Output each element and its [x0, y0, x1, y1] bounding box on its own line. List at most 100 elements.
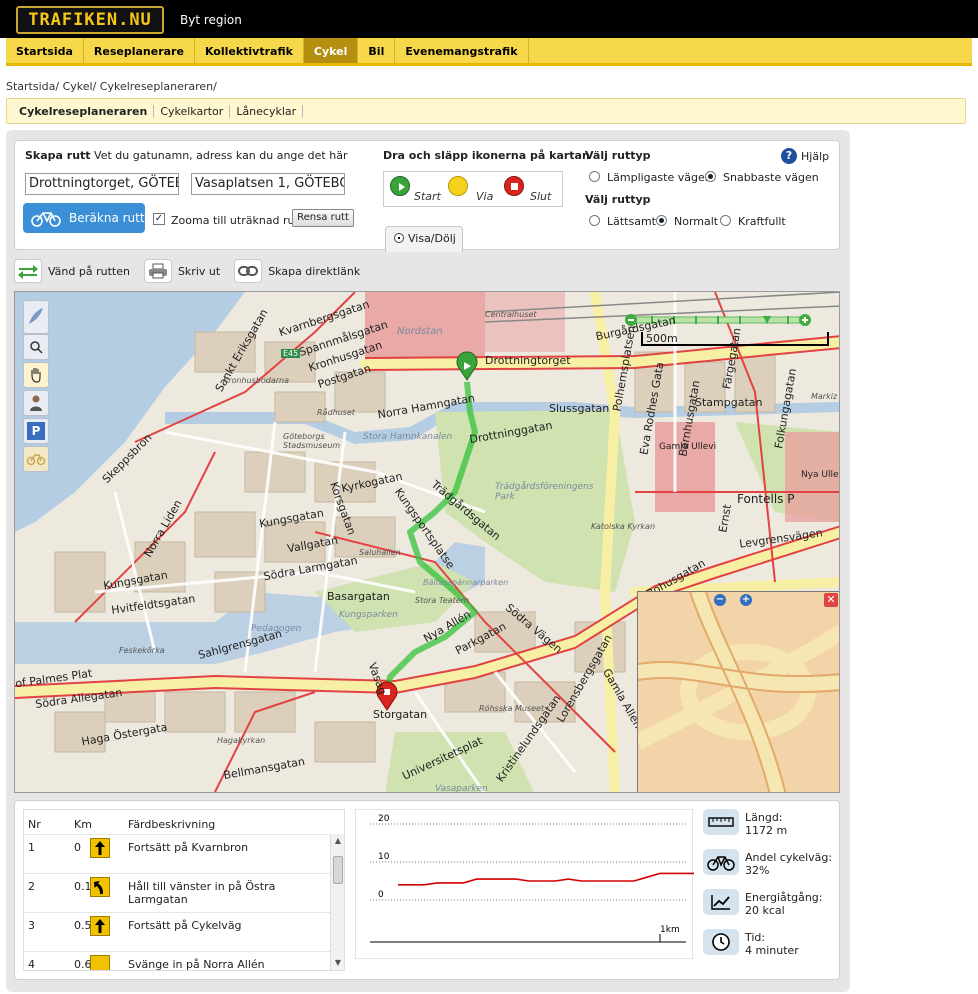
- nav-startsida[interactable]: Startsida: [6, 38, 84, 63]
- top-header: TRAFIKEN.NU Byt region: [0, 0, 978, 38]
- subnav-cykelkartor[interactable]: Cykelkartor: [154, 104, 231, 118]
- stat-label: Andel cykelväg:: [745, 851, 833, 864]
- ruler-icon: [703, 809, 739, 835]
- map-view[interactable]: P 500m Kvarnbergsgatan Spannmålsgatan Kr…: [14, 291, 840, 793]
- stat-energy: Energiåtgång: 20 kcal: [703, 887, 833, 923]
- stat-time: Tid: 4 minuter: [703, 927, 833, 963]
- row-km: 0.6: [74, 958, 92, 971]
- stat-value: 1172 m: [745, 824, 788, 837]
- table-row[interactable]: 2 0.1 Håll till vänster in på Östra Larm…: [24, 873, 330, 912]
- stat-label: Energiåtgång:: [745, 891, 823, 904]
- overview-roads: [638, 592, 839, 792]
- routetype-title-2: Välj ruttyp: [585, 193, 651, 206]
- scroll-up-icon[interactable]: ▲: [331, 834, 344, 848]
- table-row[interactable]: 1 0 Fortsätt på Kvarnbron: [24, 834, 330, 873]
- row-nr: 1: [28, 841, 35, 854]
- arrow-straight-icon: [90, 955, 110, 970]
- street-label: Stampgatan: [695, 396, 763, 409]
- show-hide-tab[interactable]: Visa/Dölj: [385, 226, 463, 252]
- street-label: Basargatan: [327, 590, 390, 603]
- row-km: 0.5: [74, 919, 92, 932]
- printer-icon: [143, 259, 172, 283]
- nav-bil[interactable]: Bil: [358, 38, 396, 63]
- route-details-panel: Nr Km Färdbeskrivning 1 0 Fortsätt på Kv…: [14, 800, 840, 980]
- link-icon: [234, 259, 263, 283]
- streetview-person-icon[interactable]: [23, 390, 49, 416]
- to-input[interactable]: Vasaplatsen 1, GÖTEBOR: [191, 173, 345, 195]
- street-label: Kungsparken: [339, 610, 398, 620]
- radio-snabbaste[interactable]: [705, 171, 716, 182]
- table-row[interactable]: 3 0.5 Fortsätt på Cykelväg: [24, 912, 330, 951]
- street-label: Katolska Kyrkan: [591, 522, 656, 531]
- from-input[interactable]: Drottningtorget, GÖTEBO: [25, 173, 179, 195]
- directions-scrollbar[interactable]: ▲ ▼: [330, 834, 344, 970]
- direct-link-label: Skapa direktlänk: [268, 264, 361, 278]
- main-nav: Startsida Reseplanerare Kollektivtrafik …: [6, 38, 972, 66]
- hand-pan-icon[interactable]: [23, 362, 49, 388]
- arrow-keep-left-icon: [90, 877, 110, 897]
- radio-lampligaste[interactable]: [589, 171, 600, 182]
- nav-reseplanerare[interactable]: Reseplanerare: [84, 38, 195, 63]
- arrow-straight-icon: [90, 916, 110, 936]
- row-nr: 4: [28, 958, 35, 971]
- radio-lattsamt[interactable]: [589, 215, 600, 226]
- scroll-thumb[interactable]: [333, 856, 343, 884]
- help-icon[interactable]: ?: [781, 148, 797, 164]
- route-shield: E45: [281, 349, 301, 358]
- end-label: Slut: [530, 190, 552, 203]
- radio-normalt[interactable]: [656, 215, 667, 226]
- overview-close-icon[interactable]: ✕: [824, 593, 838, 607]
- scroll-down-icon[interactable]: ▼: [331, 956, 344, 970]
- site-logo[interactable]: TRAFIKEN.NU: [16, 6, 164, 34]
- zoom-checkbox[interactable]: ✓: [153, 213, 165, 225]
- nav-cykel[interactable]: Cykel: [303, 38, 359, 63]
- calculate-route-label: Beräkna rutt: [69, 211, 145, 225]
- overview-zoom-out-icon[interactable]: −: [714, 594, 726, 606]
- elevation-svg: 0 10 20 1km: [370, 814, 700, 943]
- col-header-km: Km: [74, 818, 92, 831]
- zoom-magnifier-icon[interactable]: [23, 334, 49, 360]
- clear-route-button[interactable]: Rensa rutt: [292, 209, 354, 227]
- bike-layer-icon[interactable]: [23, 446, 49, 472]
- print-button[interactable]: Skriv ut: [143, 259, 220, 283]
- overview-zoom-in-icon[interactable]: +: [740, 594, 752, 606]
- breadcrumb[interactable]: Startsida/ Cykel/ Cykelreseplaneraren/: [6, 80, 217, 93]
- pan-control-icon[interactable]: [23, 300, 49, 334]
- street-label: Centralhuset: [485, 310, 537, 319]
- row-km: 0: [74, 841, 81, 854]
- street-label: Röhsska Museet: [479, 704, 545, 713]
- parking-icon[interactable]: P: [23, 418, 49, 444]
- subnav-lanecyklar[interactable]: Lånecyklar: [230, 104, 304, 118]
- label-snabbaste: Snabbaste vägen: [723, 171, 819, 184]
- change-region-link[interactable]: Byt region: [180, 13, 242, 27]
- nav-evenemangstrafik[interactable]: Evenemangstrafik: [395, 38, 529, 63]
- elevation-line: [398, 872, 700, 886]
- start-pin-icon[interactable]: [390, 176, 410, 196]
- radio-kraftfullt[interactable]: [720, 215, 731, 226]
- bicycle-icon: [31, 212, 61, 227]
- label-lattsamt: Lättsamt: [607, 215, 656, 228]
- stat-label: Längd:: [745, 811, 783, 824]
- row-desc: Svänge in på Norra Allén: [128, 958, 265, 971]
- direct-link-button[interactable]: Skapa direktlänk: [234, 259, 360, 283]
- overview-map[interactable]: − + ✕: [637, 591, 839, 792]
- elevation-chart: 0 10 20 1km: [355, 809, 700, 959]
- end-pin-icon[interactable]: [504, 176, 524, 196]
- help-link[interactable]: Hjälp: [801, 150, 829, 163]
- label-normalt: Normalt: [674, 215, 719, 228]
- street-label: Bältesspännarparken: [423, 578, 509, 587]
- nav-kollektivtrafik[interactable]: Kollektivtrafik: [195, 38, 304, 63]
- street-label: Fontells P: [737, 492, 795, 506]
- route-start-marker: [456, 351, 478, 381]
- calculate-route-button[interactable]: Beräkna rutt: [23, 203, 145, 233]
- street-label: Nya Ullevi: [801, 470, 839, 480]
- row-desc: Fortsätt på Kvarnbron: [128, 841, 249, 854]
- street-label: Drottningtorget: [485, 354, 571, 367]
- subnav-cykelreseplaneraren[interactable]: Cykelreseplaneraren: [13, 104, 155, 118]
- street-label: Slussgatan: [549, 402, 610, 415]
- via-pin-icon[interactable]: [448, 176, 468, 196]
- row-desc: Fortsätt på Cykelväg: [128, 919, 242, 932]
- table-row[interactable]: 4 0.6 Svänge in på Norra Allén: [24, 951, 330, 971]
- street-label: Rådhuset: [317, 408, 355, 417]
- reverse-route-button[interactable]: Vänd på rutten: [14, 259, 130, 283]
